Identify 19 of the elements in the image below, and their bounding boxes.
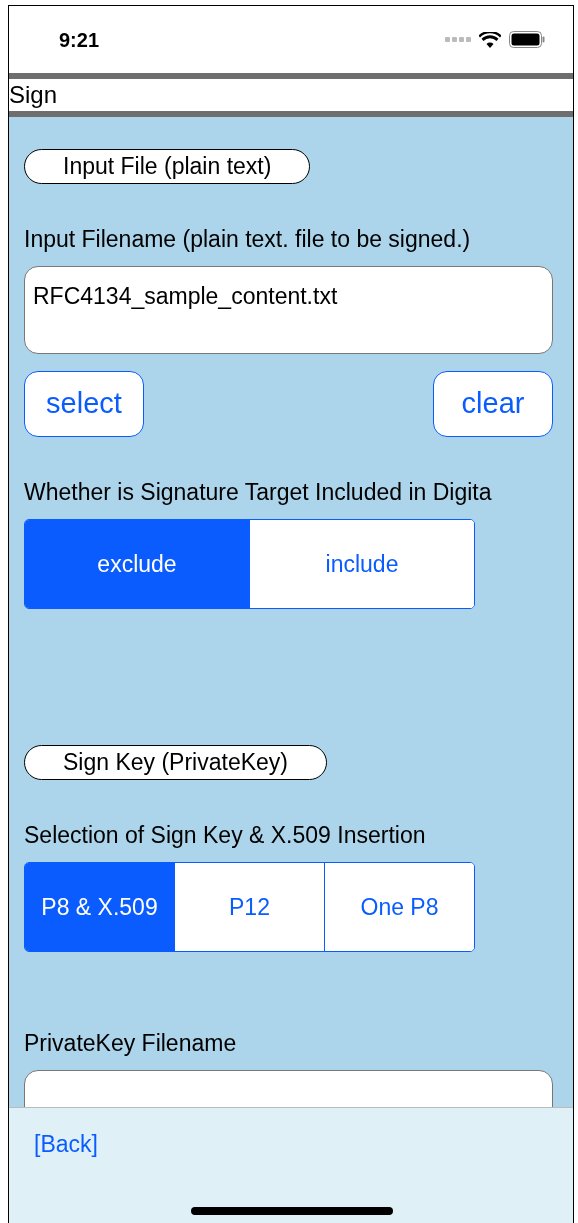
page-title: Sign — [9, 80, 58, 110]
segment-tab[interactable]: include — [249, 520, 474, 608]
signal-icon — [445, 36, 471, 43]
segment-tab[interactable]: One P8 — [324, 863, 474, 951]
field-label: Whether is Signature Target Included in Digita — [24, 478, 493, 507]
filename-field[interactable]: RFC4134_sample_content.txt — [24, 266, 553, 354]
field-label: Selection of Sign Key & X.509 Insertion — [24, 821, 427, 850]
field-label: PrivateKey Filename — [24, 1029, 238, 1058]
clear-button[interactable]: clear — [433, 371, 553, 437]
status-time: 9:21 — [59, 27, 100, 53]
segment-tab[interactable]: P8 & X.509 — [25, 863, 174, 951]
wifi-icon — [479, 31, 501, 48]
segment-tab[interactable]: exclude — [25, 520, 249, 608]
back-link[interactable]: [Back] — [34, 1127, 98, 1162]
field-label: Input Filename (plain text. file to be signed.) — [24, 225, 472, 254]
battery-icon — [509, 31, 545, 48]
section-header: Input File (plain text) — [24, 149, 311, 184]
section-header: Sign Key (PrivateKey) — [24, 745, 327, 780]
select-button[interactable]: select — [24, 371, 144, 437]
